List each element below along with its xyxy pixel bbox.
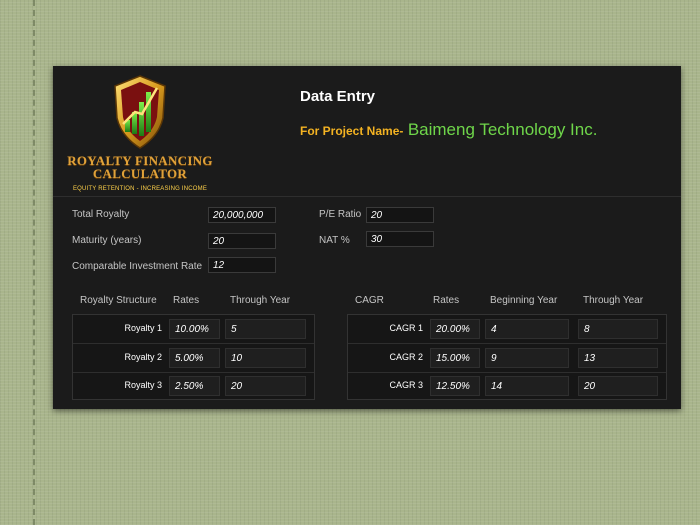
project-name: Baimeng Technology Inc. [407,120,598,139]
pe-ratio-input[interactable]: 20 [366,207,434,223]
royalty-through-year-header: Through Year [230,295,291,306]
logo-title: ROYALTY FINANCING CALCULATOR [65,154,215,180]
cagr-1-rate-input[interactable]: 20.00% [430,319,480,339]
cagr-rates-header: Rates [433,295,460,306]
cagr-2-begin-input[interactable]: 9 [485,348,569,368]
cagr-table: CAGR 1 20.00% 4 8 CAGR 2 15.00% 9 13 CAG… [347,314,667,400]
shield-chart-icon [114,75,166,149]
royalty-table: Royalty 1 10.00% 5 Royalty 2 5.00% 10 Ro… [72,314,315,400]
royalty-3-through-input[interactable]: 20 [225,376,306,396]
table-row: CAGR 1 20.00% 4 8 [348,315,666,344]
nat-label: NAT % [319,235,350,246]
royalty-3-rate-input[interactable]: 2.50% [169,376,220,396]
pe-ratio-label: P/E Ratio [319,209,362,220]
page-title: Data Entry [300,88,376,105]
cagr-through-year-header: Through Year [583,295,644,306]
row-label: Royalty 1 [124,323,162,333]
royalty-structure-header: Royalty Structure [80,295,157,306]
table-row: Royalty 1 10.00% 5 [73,315,314,344]
project-label: For Project Name- [300,124,404,138]
cagr-2-through-input[interactable]: 13 [578,348,658,368]
royalty-1-rate-input[interactable]: 10.00% [169,319,220,339]
comparable-rate-input[interactable]: 12 [208,257,276,273]
cagr-beginning-year-header: Beginning Year [490,295,558,306]
cagr-1-through-input[interactable]: 8 [578,319,658,339]
table-row: CAGR 2 15.00% 9 13 [348,344,666,373]
comparable-rate-label: Comparable Investment Rate [72,261,203,272]
row-label: Royalty 2 [124,352,162,362]
table-row: CAGR 3 12.50% 14 20 [348,372,666,400]
page-stitch-border [33,0,35,525]
data-entry-panel: ROYALTY FINANCING CALCULATOR EQUITY RETE… [53,66,681,409]
total-royalty-label: Total Royalty [72,209,130,220]
table-row: Royalty 3 2.50% 20 [73,372,314,400]
row-label: Royalty 3 [124,380,162,390]
cagr-3-through-input[interactable]: 20 [578,376,658,396]
maturity-label: Maturity (years) [72,235,142,246]
divider [53,196,681,197]
royalty-2-rate-input[interactable]: 5.00% [169,348,220,368]
row-label: CAGR 1 [389,323,423,333]
table-row: Royalty 2 5.00% 10 [73,344,314,373]
maturity-input[interactable]: 20 [208,233,276,249]
logo-tagline: EQUITY RETENTION - INCREASING INCOME [72,186,208,192]
app-logo: ROYALTY FINANCING CALCULATOR EQUITY RETE… [65,74,215,192]
nat-input[interactable]: 30 [366,231,434,247]
royalty-2-through-input[interactable]: 10 [225,348,306,368]
cagr-2-rate-input[interactable]: 15.00% [430,348,480,368]
royalty-rates-header: Rates [173,295,200,306]
total-royalty-input[interactable]: 20,000,000 [208,207,276,223]
cagr-header: CAGR [355,295,384,306]
row-label: CAGR 3 [389,380,423,390]
logo-title-line2: CALCULATOR [92,166,188,181]
royalty-1-through-input[interactable]: 5 [225,319,306,339]
project-heading: For Project Name- Baimeng Technology Inc… [300,120,597,140]
cagr-3-begin-input[interactable]: 14 [485,376,569,396]
cagr-1-begin-input[interactable]: 4 [485,319,569,339]
cagr-3-rate-input[interactable]: 12.50% [430,376,480,396]
row-label: CAGR 2 [389,352,423,362]
